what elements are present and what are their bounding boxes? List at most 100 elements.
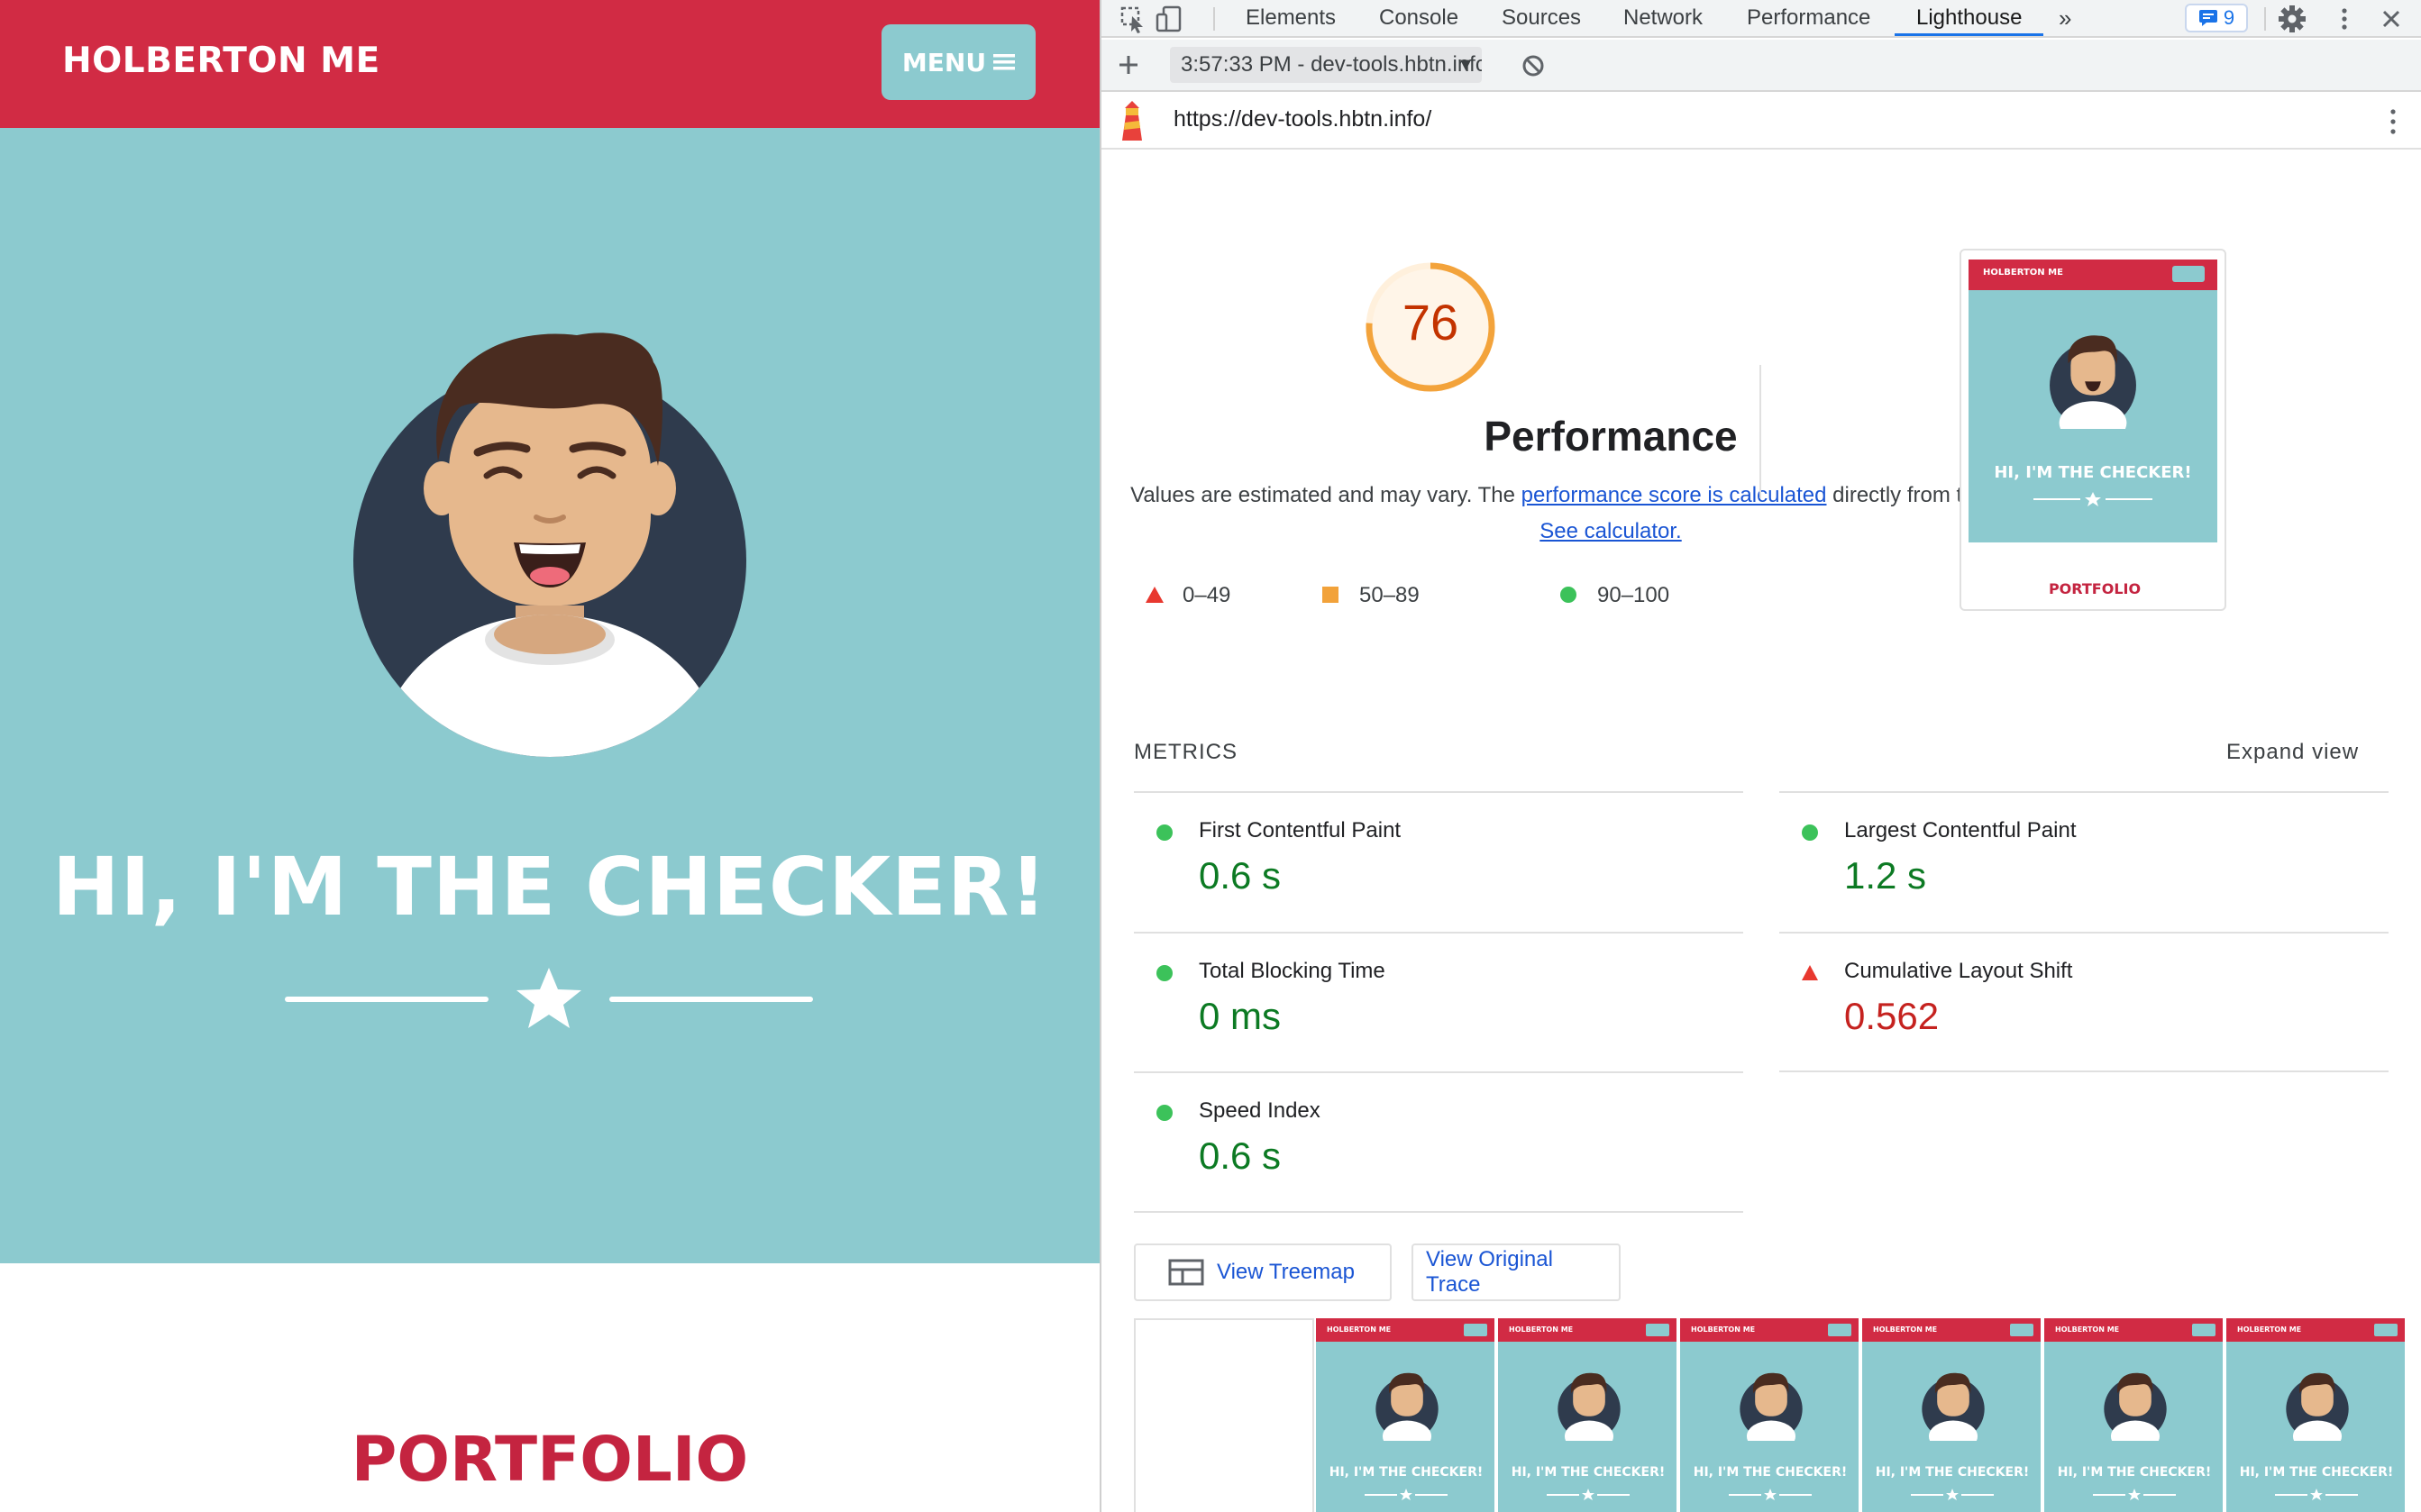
close-icon[interactable] (2376, 4, 2407, 34)
metric-label: Total Blocking Time (1199, 959, 1385, 983)
metric-divider (1779, 1070, 2389, 1072)
gear-icon[interactable] (2277, 4, 2307, 34)
frame-title: HI, I'M THE CHECKER! (1329, 1465, 1484, 1480)
treemap-icon (1168, 1259, 1204, 1286)
metric-speed-index: Speed Index 0.6 s (1134, 1071, 1743, 1211)
pass-circle-icon (1802, 824, 1818, 841)
view-trace-button[interactable]: View Original Trace (1411, 1243, 1621, 1301)
view-treemap-button[interactable]: View Treemap (1134, 1243, 1392, 1301)
pass-circle-icon (1156, 965, 1173, 981)
more-tabs-icon[interactable]: » (2059, 0, 2071, 36)
frame-divider (1365, 1489, 1448, 1500)
thumbnail-header: HOLBERTON ME (1969, 260, 2217, 290)
lighthouse-toolbar: 3:57:33 PM - dev-tools.hbtn.info ▼ (1101, 40, 2421, 92)
legend-average-label: 50–89 (1359, 583, 1420, 607)
tab-lighthouse[interactable]: Lighthouse (1895, 0, 2044, 36)
metric-total-blocking-time: Total Blocking Time 0 ms (1134, 932, 1743, 1071)
filmstrip: HOLBERTON ME HI, I'M THE CHECKER! HOLBERTO… (1134, 1318, 2405, 1512)
device-toolbar-icon[interactable] (1154, 4, 1184, 34)
circle-icon (1560, 587, 1576, 603)
site-header: HOLBERTON ME MENU (0, 0, 1100, 128)
fail-triangle-icon (1802, 965, 1818, 980)
frame-menu (1646, 1324, 1669, 1336)
filmstrip-frame: HOLBERTON ME HI, I'M THE CHECKER! (2225, 1318, 2405, 1512)
thumbnail-portfolio: PORTFOLIO (2048, 580, 2142, 597)
pass-circle-icon (1156, 824, 1173, 841)
frame-brand: HOLBERTON ME (1873, 1325, 1938, 1334)
see-calculator-link[interactable]: See calculator. (1539, 519, 1681, 543)
score-value: 76 (1402, 294, 1459, 351)
report-selector[interactable]: 3:57:33 PM - dev-tools.hbtn.info ▼ (1170, 47, 1482, 83)
clear-icon[interactable] (1520, 52, 1547, 79)
tab-console[interactable]: Console (1379, 0, 1458, 36)
tab-performance[interactable]: Performance (1747, 0, 1870, 36)
hero-section: HI, I'M THE CHECKER! (0, 128, 1100, 1263)
frame-divider (1547, 1489, 1630, 1500)
legend-fail: 0–49 (1145, 583, 1230, 608)
frame-divider (1911, 1489, 1994, 1500)
thumbnail-brand: HOLBERTON ME (1983, 268, 2063, 278)
thumbnail-hero: HI, I'M THE CHECKER! (1969, 290, 2217, 542)
frame-divider (2093, 1489, 2176, 1500)
frame-title: HI, I'M THE CHECKER! (1511, 1465, 1666, 1480)
frame-title: HI, I'M THE CHECKER! (1693, 1465, 1848, 1480)
devtools-panel: Elements Console Sources Network Perform… (1101, 0, 2421, 1512)
frame-avatar (1922, 1372, 1985, 1441)
metric-value: 0 ms (1199, 995, 1282, 1037)
frame-menu (2374, 1324, 2398, 1336)
frame-avatar (2286, 1372, 2349, 1441)
frame-brand: HOLBERTON ME (1691, 1325, 1756, 1334)
issues-count: 9 (2223, 6, 2235, 29)
frame-header: HOLBERTON ME (2044, 1318, 2223, 1342)
menu-button[interactable]: MENU (882, 24, 1036, 100)
star-divider (285, 968, 813, 1028)
metric-label: Speed Index (1199, 1098, 1320, 1123)
metric-label: Cumulative Layout Shift (1844, 959, 2073, 983)
tab-sources[interactable]: Sources (1502, 0, 1581, 36)
thumbnail-title: HI, I'M THE CHECKER! (1994, 463, 2192, 482)
devtools-tabbar: Elements Console Sources Network Perform… (1101, 0, 2421, 38)
metric-value: 1.2 s (1844, 854, 1927, 897)
frame-brand: HOLBERTON ME (2237, 1325, 2302, 1334)
report-selector-value: 3:57:33 PM - dev-tools.hbtn.info (1181, 52, 1482, 77)
square-icon (1322, 587, 1338, 603)
expand-view-toggle[interactable]: Expand view (2226, 740, 2359, 765)
site-brand[interactable]: HOLBERTON ME (62, 41, 380, 81)
tab-network[interactable]: Network (1623, 0, 1703, 36)
lighthouse-logo-icon (1122, 101, 1142, 141)
plus-icon[interactable] (1114, 50, 1143, 79)
metric-value: 0.562 (1844, 995, 1940, 1037)
filmstrip-frame: HOLBERTON ME HI, I'M THE CHECKER! (2042, 1318, 2223, 1512)
performance-score-link[interactable]: performance score is calculated (1521, 483, 1827, 507)
frame-brand: HOLBERTON ME (2055, 1325, 2120, 1334)
star-icon (516, 968, 581, 1028)
frame-title: HI, I'M THE CHECKER! (2239, 1465, 2394, 1480)
frame-header: HOLBERTON ME (1862, 1318, 2041, 1342)
metric-label: First Contentful Paint (1199, 818, 1402, 843)
hero-title: HI, I'M THE CHECKER! (51, 840, 1048, 934)
vertical-separator (1759, 365, 1761, 498)
frame-brand: HOLBERTON ME (1509, 1325, 1574, 1334)
kebab-menu-icon[interactable] (2329, 4, 2360, 34)
frame-avatar (1375, 1372, 1439, 1441)
report-menu-icon[interactable] (2380, 106, 2407, 137)
frame-avatar (1558, 1372, 1621, 1441)
portfolio-heading: PORTFOLIO (351, 1424, 749, 1496)
report-url[interactable]: https://dev-tools.hbtn.info/ (1174, 106, 1431, 132)
view-trace-label: View Original Trace (1426, 1247, 1553, 1297)
frame-avatar (1740, 1372, 1803, 1441)
issues-badge[interactable]: 9 (2185, 4, 2248, 32)
frame-menu (2192, 1324, 2215, 1336)
final-screenshot-thumbnail[interactable]: HOLBERTON ME HI, I'M THE CHECKER! PORTFO… (1960, 249, 2226, 611)
tab-elements[interactable]: Elements (1246, 0, 1336, 36)
filmstrip-frame: HOLBERTON ME HI, I'M THE CHECKER! (1860, 1318, 2041, 1512)
frame-avatar (2104, 1372, 2167, 1441)
filmstrip-frame: HOLBERTON ME HI, I'M THE CHECKER! (1496, 1318, 1676, 1512)
avatar-image (353, 332, 746, 757)
thumbnail-menu (2172, 266, 2205, 282)
metrics-heading: METRICS (1134, 740, 1238, 764)
filmstrip-frame: HOLBERTON ME HI, I'M THE CHECKER! (1314, 1318, 1494, 1512)
frame-title: HI, I'M THE CHECKER! (2057, 1465, 2212, 1480)
frame-header: HOLBERTON ME (2226, 1318, 2405, 1342)
inspect-element-icon[interactable] (1118, 4, 1148, 34)
